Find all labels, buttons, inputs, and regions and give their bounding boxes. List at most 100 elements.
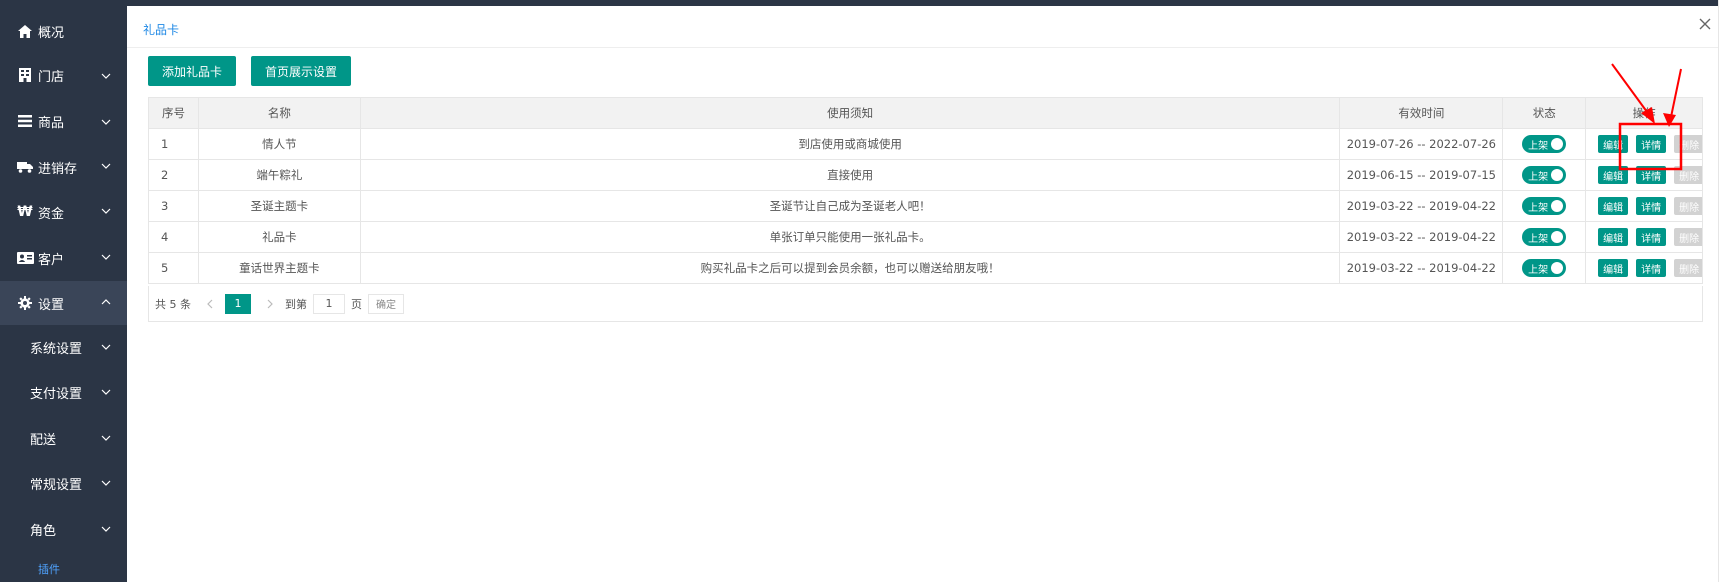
pagination-page-input[interactable]: [313, 293, 345, 314]
cell-actions: 编辑 详情 删除: [1586, 191, 1702, 221]
pagination-total: 共 5 条: [155, 297, 191, 311]
toggle-knob: [1551, 169, 1564, 181]
cell-period: 2019-03-22 -- 2019-04-22: [1340, 222, 1504, 252]
status-toggle[interactable]: 上架: [1522, 197, 1567, 215]
detail-button[interactable]: 详情: [1636, 259, 1667, 277]
sidebar-item-funds[interactable]: ₩ 资金: [0, 190, 127, 234]
chevron-down-icon: [101, 480, 111, 486]
cell-period: 2019-07-26 -- 2022-07-26: [1340, 129, 1504, 159]
sidebar-item-label: 客户: [38, 252, 65, 268]
detail-button[interactable]: 详情: [1636, 228, 1667, 246]
edit-button[interactable]: 编辑: [1598, 228, 1629, 246]
sidebar: 概况 门店 商品 进销存 ₩ 资金 客户 设置 系统设置 支付设置 配送 常规设…: [0, 0, 127, 582]
home-icon: [16, 22, 34, 40]
toggle-knob: [1551, 200, 1564, 212]
cell-notice: 圣诞节让自己成为圣诞老人吧！: [361, 191, 1341, 221]
chevron-right-icon[interactable]: [263, 297, 277, 311]
cell-name: 童话世界主题卡: [199, 253, 361, 283]
detail-button[interactable]: 详情: [1636, 166, 1667, 184]
sidebar-subitem-roles[interactable]: 角色: [0, 507, 127, 551]
chevron-down-icon: [101, 208, 111, 214]
cell-notice: 单张订单只能使用一张礼品卡。: [361, 222, 1341, 252]
chevron-down-icon: [101, 344, 111, 350]
column-header-notice: 使用须知: [361, 98, 1341, 128]
status-toggle[interactable]: 上架: [1522, 259, 1567, 277]
status-toggle-label: 上架: [1528, 234, 1549, 245]
pagination-current-page[interactable]: 1: [225, 293, 251, 314]
sidebar-item-overview[interactable]: 概况: [0, 9, 127, 53]
cell-period: 2019-06-15 -- 2019-07-15: [1340, 160, 1504, 190]
cell-notice: 到店使用或商城使用: [361, 129, 1341, 159]
sidebar-item-label: 概况: [38, 25, 65, 41]
status-toggle[interactable]: 上架: [1522, 228, 1567, 246]
cell-name: 圣诞主题卡: [199, 191, 361, 221]
status-toggle-label: 上架: [1528, 172, 1549, 183]
cell-name: 端午粽礼: [199, 160, 361, 190]
pagination-page-suffix: 页: [351, 297, 362, 311]
edit-button[interactable]: 编辑: [1598, 166, 1629, 184]
detail-button[interactable]: 详情: [1636, 135, 1667, 153]
edit-button[interactable]: 编辑: [1598, 259, 1629, 277]
sidebar-item-customer[interactable]: 客户: [0, 236, 127, 280]
cell-notice: 直接使用: [361, 160, 1341, 190]
status-toggle[interactable]: 上架: [1522, 135, 1567, 153]
sidebar-item-settings[interactable]: 设置: [0, 281, 127, 325]
home-display-settings-button[interactable]: 首页展示设置: [251, 56, 351, 86]
table-row: 5 童话世界主题卡 购买礼品卡之后可以提到会员余额，也可以赠送给朋友哦！ 201…: [149, 253, 1702, 284]
building-icon: [16, 66, 34, 84]
sidebar-subitem-payment-settings[interactable]: 支付设置: [0, 370, 127, 414]
cell-index: 4: [149, 222, 199, 252]
cell-name: 礼品卡: [199, 222, 361, 252]
cell-actions: 编辑 详情 删除: [1586, 222, 1702, 252]
table-row: 1 情人节 到店使用或商城使用 2019-07-26 -- 2022-07-26…: [149, 129, 1702, 160]
list-icon: [16, 112, 34, 130]
delete-button[interactable]: 删除: [1674, 166, 1702, 184]
column-header-period: 有效时间: [1340, 98, 1504, 128]
chevron-left-icon[interactable]: [203, 297, 217, 311]
pagination-confirm-button[interactable]: 确定: [368, 293, 404, 314]
gift-card-modal: 礼品卡 添加礼品卡 首页展示设置 序号 名称 使用须知 有效时间 状态 操作 1…: [127, 6, 1718, 582]
id-card-icon: [16, 249, 34, 267]
cell-status: 上架: [1503, 191, 1587, 221]
edit-button[interactable]: 编辑: [1598, 135, 1629, 153]
sidebar-item-label: 门店: [38, 69, 65, 85]
sidebar-item-label: 进销存: [38, 161, 78, 177]
sidebar-subitem-label: 支付设置: [30, 386, 83, 402]
chevron-down-icon: [101, 163, 111, 169]
edit-button[interactable]: 编辑: [1598, 197, 1629, 215]
sidebar-subitem-delivery[interactable]: 配送: [0, 416, 127, 460]
table-row: 3 圣诞主题卡 圣诞节让自己成为圣诞老人吧！ 2019-03-22 -- 201…: [149, 191, 1702, 222]
delete-button[interactable]: 删除: [1674, 228, 1702, 246]
detail-button[interactable]: 详情: [1636, 197, 1667, 215]
cell-actions: 编辑 详情 删除: [1586, 160, 1702, 190]
cell-name: 情人节: [199, 129, 361, 159]
sidebar-plugin-link[interactable]: 插件: [38, 561, 60, 577]
toggle-knob: [1551, 138, 1564, 150]
delete-button[interactable]: 删除: [1674, 197, 1702, 215]
status-toggle-label: 上架: [1528, 203, 1549, 214]
toggle-knob: [1551, 231, 1564, 243]
chevron-down-icon: [101, 254, 111, 260]
sidebar-item-inventory[interactable]: 进销存: [0, 145, 127, 189]
cell-status: 上架: [1503, 222, 1587, 252]
chevron-down-icon: [101, 526, 111, 532]
modal-header: 礼品卡: [127, 6, 1718, 48]
cell-notice: 购买礼品卡之后可以提到会员余额，也可以赠送给朋友哦！: [361, 253, 1341, 283]
sidebar-item-goods[interactable]: 商品: [0, 99, 127, 143]
sidebar-item-label: 设置: [38, 297, 65, 313]
delete-button[interactable]: 删除: [1674, 259, 1702, 277]
sidebar-subitem-label: 系统设置: [30, 341, 83, 357]
status-toggle-label: 上架: [1528, 141, 1549, 152]
delete-button[interactable]: 删除: [1674, 135, 1702, 153]
add-gift-card-button[interactable]: 添加礼品卡: [148, 56, 236, 86]
status-toggle-label: 上架: [1528, 265, 1549, 276]
pagination-goto-label: 到第: [285, 297, 307, 311]
close-icon[interactable]: [1697, 16, 1713, 32]
status-toggle[interactable]: 上架: [1522, 166, 1567, 184]
sidebar-subitem-general-settings[interactable]: 常规设置: [0, 461, 127, 505]
cell-period: 2019-03-22 -- 2019-04-22: [1340, 253, 1504, 283]
sidebar-item-store[interactable]: 门店: [0, 53, 127, 97]
sidebar-subitem-system-settings[interactable]: 系统设置: [0, 325, 127, 369]
cell-status: 上架: [1503, 253, 1587, 283]
cell-index: 2: [149, 160, 199, 190]
